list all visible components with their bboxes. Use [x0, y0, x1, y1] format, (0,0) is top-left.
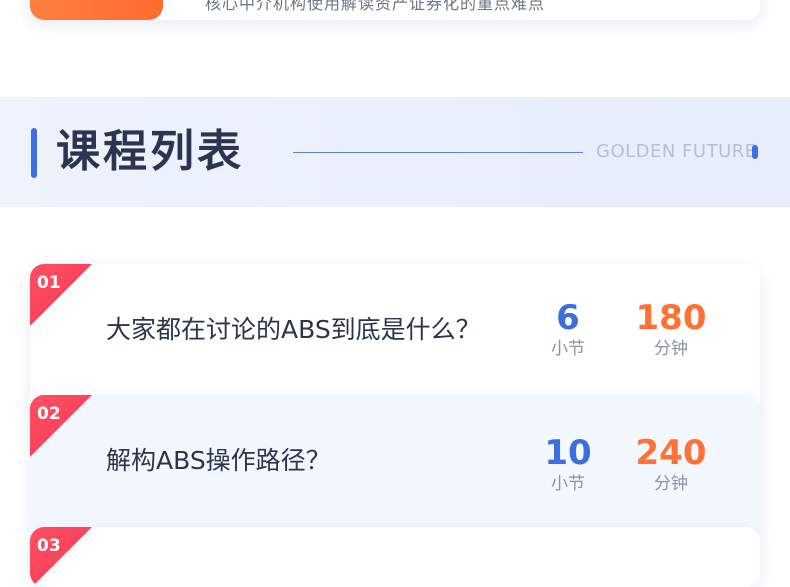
minutes-count: 240 — [635, 433, 707, 473]
section-accent-bar — [31, 128, 37, 178]
minutes-stat: 180 分钟 — [631, 300, 711, 360]
section-divider-line — [293, 152, 583, 153]
lessons-stat: 6 小节 — [528, 300, 608, 360]
lessons-count: 6 — [556, 298, 580, 338]
course-number: 02 — [37, 404, 61, 424]
section-subtitle: GOLDEN FUTURE — [596, 141, 757, 162]
section-title: 课程列表 — [56, 126, 244, 177]
lessons-count: 10 — [544, 433, 592, 473]
minutes-stat: 240 分钟 — [631, 435, 711, 495]
minutes-label: 分钟 — [654, 474, 688, 494]
lessons-label: 小节 — [551, 339, 585, 359]
course-card[interactable]: 02 解构ABS操作路径？ 10 小节 240 分钟 — [30, 395, 760, 535]
course-card[interactable]: 01 大家都在讨论的ABS到底是什么？ 6 小节 180 分钟 — [30, 264, 760, 414]
course-title[interactable]: 解构ABS操作路径？ — [106, 445, 331, 477]
section-pill-marker — [752, 145, 758, 159]
course-number: 03 — [37, 536, 61, 556]
minutes-count: 180 — [635, 298, 707, 338]
course-card[interactable]: 03 — [30, 527, 760, 587]
intro-badge — [30, 0, 163, 20]
course-number: 01 — [37, 273, 61, 293]
course-title[interactable]: 大家都在讨论的ABS到底是什么？ — [106, 314, 481, 346]
lessons-stat: 10 小节 — [528, 435, 608, 495]
minutes-label: 分钟 — [654, 339, 688, 359]
intro-text: 核心中介机构使用解读资产证券化的重点难点 — [205, 0, 546, 13]
lessons-label: 小节 — [551, 474, 585, 494]
